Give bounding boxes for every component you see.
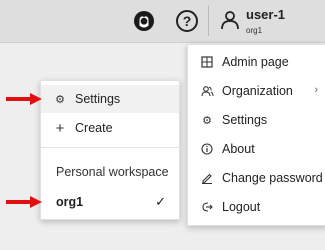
workspace-dropdown-menu: ⚙ Settings + Create Personal workspace o… (40, 80, 180, 220)
user-avatar-icon (221, 11, 239, 30)
menu-item-label: Change password (222, 171, 323, 185)
annotation-arrow-settings (6, 93, 44, 105)
workspace-org-name: org1 (56, 195, 84, 209)
people-icon (200, 84, 214, 98)
menu-item-label: Settings (222, 113, 268, 127)
menu-item-label: About (222, 142, 255, 156)
menu-item-about[interactable]: About (188, 135, 325, 163)
logout-icon (200, 200, 214, 214)
workspace-settings-item[interactable]: ⚙ Settings (41, 85, 179, 113)
workspace-create-label: Create (75, 121, 113, 135)
annotation-arrow-org (6, 196, 44, 208)
menu-item-label: Organization (222, 84, 293, 98)
user-org: org1 (246, 26, 263, 35)
user-menu-button[interactable]: user-1 org1 (218, 6, 318, 38)
menu-item-organization[interactable]: Organization › (188, 77, 325, 105)
workspace-create-item[interactable]: + Create (41, 114, 179, 142)
header-divider (208, 6, 209, 36)
github-icon[interactable] (133, 10, 155, 32)
chevron-right-icon: › (314, 84, 318, 96)
user-name: user-1 (246, 7, 286, 22)
workspace-section-title: Personal workspace (56, 165, 169, 179)
menu-item-logout[interactable]: Logout (188, 193, 325, 221)
gear-icon: ⚙ (202, 114, 212, 127)
menu-item-admin-page[interactable]: Admin page (188, 48, 325, 76)
pen-icon (200, 171, 214, 185)
menu-item-label: Admin page (222, 55, 289, 69)
menu-item-label: Logout (222, 200, 261, 214)
grid-icon (200, 55, 214, 69)
user-dropdown-menu: Admin page Organization › ⚙ Settings Abo… (187, 44, 325, 226)
info-icon (200, 142, 214, 156)
menu-divider (41, 147, 179, 148)
menu-item-settings[interactable]: ⚙ Settings (188, 106, 325, 134)
help-icon[interactable]: ? (176, 10, 198, 32)
check-icon: ✓ (155, 194, 166, 209)
workspace-settings-label: Settings (75, 92, 121, 106)
plus-icon: + (55, 119, 65, 137)
top-bar: ? user-1 org1 (0, 0, 325, 43)
menu-item-change-password[interactable]: Change password (188, 164, 325, 192)
gear-icon: ⚙ (55, 93, 65, 106)
workspace-org-item[interactable]: org1 ✓ (41, 189, 179, 215)
